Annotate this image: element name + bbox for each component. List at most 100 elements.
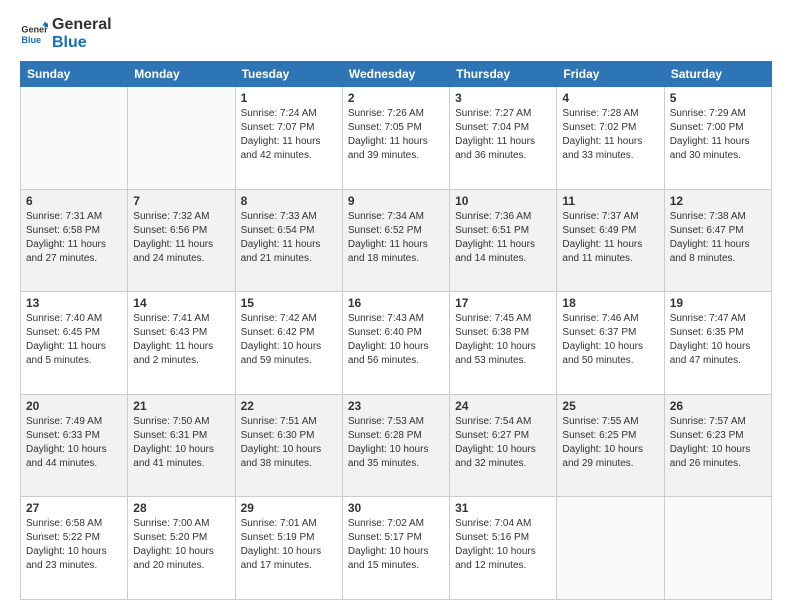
day-number: 17 (455, 296, 551, 310)
day-number: 28 (133, 501, 229, 515)
day-number: 13 (26, 296, 122, 310)
calendar-cell-1-0: 6 Sunrise: 7:31 AM Sunset: 6:58 PM Daylig… (21, 189, 128, 292)
logo-icon: General Blue (20, 20, 48, 48)
weekday-header-wednesday: Wednesday (342, 62, 449, 87)
calendar-cell-3-1: 21 Sunrise: 7:50 AM Sunset: 6:31 PM Dayli… (128, 394, 235, 497)
calendar-cell-1-2: 8Sunrise: 7:33 AM Sunset: 6:54 PM Daylig… (235, 189, 342, 292)
logo-blue: Blue (52, 34, 112, 52)
calendar-row-1: 6 Sunrise: 7:31 AM Sunset: 6:58 PM Daylig… (21, 189, 772, 292)
day-number: 23 (348, 399, 444, 413)
calendar-cell-2-0: 13 Sunrise: 7:40 AM Sunset: 6:45 PM Dayli… (21, 292, 128, 395)
day-number: 1 (241, 91, 337, 105)
calendar-cell-2-1: 14 Sunrise: 7:41 AM Sunset: 6:43 PM Dayli… (128, 292, 235, 395)
day-content: Sunrise: 7:53 AM Sunset: 6:28 PM Dayligh… (348, 415, 444, 471)
calendar-cell-4-5 (557, 497, 664, 600)
day-content: Sunrise: 7:47 AM Sunset: 6:35 PM Dayligh… (670, 312, 766, 368)
calendar-cell-4-6 (664, 497, 771, 600)
day-number: 18 (562, 296, 658, 310)
day-content: Sunrise: 7:46 AM Sunset: 6:37 PM Dayligh… (562, 312, 658, 368)
weekday-header-friday: Friday (557, 62, 664, 87)
day-content: Sunrise: 7:54 AM Sunset: 6:27 PM Dayligh… (455, 415, 551, 471)
day-content: Sunrise: 7:43 AM Sunset: 6:40 PM Dayligh… (348, 312, 444, 368)
day-number: 6 (26, 194, 122, 208)
calendar-cell-2-4: 17Sunrise: 7:45 AM Sunset: 6:38 PM Dayli… (450, 292, 557, 395)
day-content: Sunrise: 7:36 AM Sunset: 6:51 PM Dayligh… (455, 210, 551, 266)
day-number: 30 (348, 501, 444, 515)
day-number: 14 (133, 296, 229, 310)
day-number: 3 (455, 91, 551, 105)
day-content: Sunrise: 7:34 AM Sunset: 6:52 PM Dayligh… (348, 210, 444, 266)
calendar-cell-1-3: 9 Sunrise: 7:34 AM Sunset: 6:52 PM Daylig… (342, 189, 449, 292)
logo: General Blue General Blue (20, 16, 112, 51)
day-content: Sunrise: 7:33 AM Sunset: 6:54 PM Dayligh… (241, 210, 337, 266)
day-content: Sunrise: 7:57 AM Sunset: 6:23 PM Dayligh… (670, 415, 766, 471)
calendar-cell-1-4: 10 Sunrise: 7:36 AM Sunset: 6:51 PM Dayli… (450, 189, 557, 292)
calendar-cell-2-5: 18 Sunrise: 7:46 AM Sunset: 6:37 PM Dayli… (557, 292, 664, 395)
header: General Blue General Blue (20, 16, 772, 51)
day-content: Sunrise: 7:38 AM Sunset: 6:47 PM Dayligh… (670, 210, 766, 266)
weekday-header-saturday: Saturday (664, 62, 771, 87)
day-content: Sunrise: 7:04 AM Sunset: 5:16 PM Dayligh… (455, 517, 551, 573)
day-content: Sunrise: 7:27 AM Sunset: 7:04 PM Dayligh… (455, 107, 551, 163)
calendar-table: SundayMondayTuesdayWednesdayThursdayFrid… (20, 61, 772, 600)
day-content: Sunrise: 7:31 AM Sunset: 6:58 PM Dayligh… (26, 210, 122, 266)
day-number: 31 (455, 501, 551, 515)
day-number: 24 (455, 399, 551, 413)
weekday-header-tuesday: Tuesday (235, 62, 342, 87)
weekday-header-monday: Monday (128, 62, 235, 87)
calendar-cell-1-1: 7 Sunrise: 7:32 AM Sunset: 6:56 PM Daylig… (128, 189, 235, 292)
calendar-cell-0-0 (21, 87, 128, 190)
calendar-cell-3-3: 23 Sunrise: 7:53 AM Sunset: 6:28 PM Dayli… (342, 394, 449, 497)
day-number: 15 (241, 296, 337, 310)
day-number: 25 (562, 399, 658, 413)
day-number: 27 (26, 501, 122, 515)
calendar-cell-0-3: 2Sunrise: 7:26 AM Sunset: 7:05 PM Daylig… (342, 87, 449, 190)
day-content: Sunrise: 7:29 AM Sunset: 7:00 PM Dayligh… (670, 107, 766, 163)
svg-text:General: General (21, 24, 48, 34)
day-number: 16 (348, 296, 444, 310)
day-number: 26 (670, 399, 766, 413)
calendar-cell-4-2: 29Sunrise: 7:01 AM Sunset: 5:19 PM Dayli… (235, 497, 342, 600)
day-content: Sunrise: 7:01 AM Sunset: 5:19 PM Dayligh… (241, 517, 337, 573)
day-content: Sunrise: 7:26 AM Sunset: 7:05 PM Dayligh… (348, 107, 444, 163)
calendar-cell-4-1: 28 Sunrise: 7:00 AM Sunset: 5:20 PM Dayli… (128, 497, 235, 600)
day-content: Sunrise: 6:58 AM Sunset: 5:22 PM Dayligh… (26, 517, 122, 573)
calendar-cell-3-4: 24 Sunrise: 7:54 AM Sunset: 6:27 PM Dayli… (450, 394, 557, 497)
day-content: Sunrise: 7:41 AM Sunset: 6:43 PM Dayligh… (133, 312, 229, 368)
calendar-cell-0-1 (128, 87, 235, 190)
calendar-cell-4-3: 30 Sunrise: 7:02 AM Sunset: 5:17 PM Dayli… (342, 497, 449, 600)
calendar-row-3: 20Sunrise: 7:49 AM Sunset: 6:33 PM Dayli… (21, 394, 772, 497)
day-number: 20 (26, 399, 122, 413)
day-content: Sunrise: 7:32 AM Sunset: 6:56 PM Dayligh… (133, 210, 229, 266)
day-number: 22 (241, 399, 337, 413)
day-number: 12 (670, 194, 766, 208)
day-number: 4 (562, 91, 658, 105)
day-content: Sunrise: 7:55 AM Sunset: 6:25 PM Dayligh… (562, 415, 658, 471)
calendar-cell-1-5: 11 Sunrise: 7:37 AM Sunset: 6:49 PM Dayli… (557, 189, 664, 292)
day-content: Sunrise: 7:37 AM Sunset: 6:49 PM Dayligh… (562, 210, 658, 266)
day-number: 5 (670, 91, 766, 105)
day-content: Sunrise: 7:02 AM Sunset: 5:17 PM Dayligh… (348, 517, 444, 573)
calendar-cell-3-0: 20Sunrise: 7:49 AM Sunset: 6:33 PM Dayli… (21, 394, 128, 497)
day-content: Sunrise: 7:40 AM Sunset: 6:45 PM Dayligh… (26, 312, 122, 368)
day-number: 10 (455, 194, 551, 208)
logo-general: General (52, 16, 112, 34)
calendar-cell-0-2: 1Sunrise: 7:24 AM Sunset: 7:07 PM Daylig… (235, 87, 342, 190)
day-content: Sunrise: 7:50 AM Sunset: 6:31 PM Dayligh… (133, 415, 229, 471)
day-number: 11 (562, 194, 658, 208)
day-number: 7 (133, 194, 229, 208)
weekday-header-sunday: Sunday (21, 62, 128, 87)
day-content: Sunrise: 7:28 AM Sunset: 7:02 PM Dayligh… (562, 107, 658, 163)
day-number: 21 (133, 399, 229, 413)
calendar-cell-4-0: 27 Sunrise: 6:58 AM Sunset: 5:22 PM Dayli… (21, 497, 128, 600)
day-content: Sunrise: 7:00 AM Sunset: 5:20 PM Dayligh… (133, 517, 229, 573)
calendar-cell-2-3: 16 Sunrise: 7:43 AM Sunset: 6:40 PM Dayli… (342, 292, 449, 395)
calendar-row-4: 27 Sunrise: 6:58 AM Sunset: 5:22 PM Dayli… (21, 497, 772, 600)
calendar-cell-1-6: 12 Sunrise: 7:38 AM Sunset: 6:47 PM Dayli… (664, 189, 771, 292)
calendar-cell-3-6: 26 Sunrise: 7:57 AM Sunset: 6:23 PM Dayli… (664, 394, 771, 497)
calendar-cell-0-6: 5 Sunrise: 7:29 AM Sunset: 7:00 PM Daylig… (664, 87, 771, 190)
day-number: 9 (348, 194, 444, 208)
calendar-row-0: 1Sunrise: 7:24 AM Sunset: 7:07 PM Daylig… (21, 87, 772, 190)
day-content: Sunrise: 7:42 AM Sunset: 6:42 PM Dayligh… (241, 312, 337, 368)
day-number: 19 (670, 296, 766, 310)
